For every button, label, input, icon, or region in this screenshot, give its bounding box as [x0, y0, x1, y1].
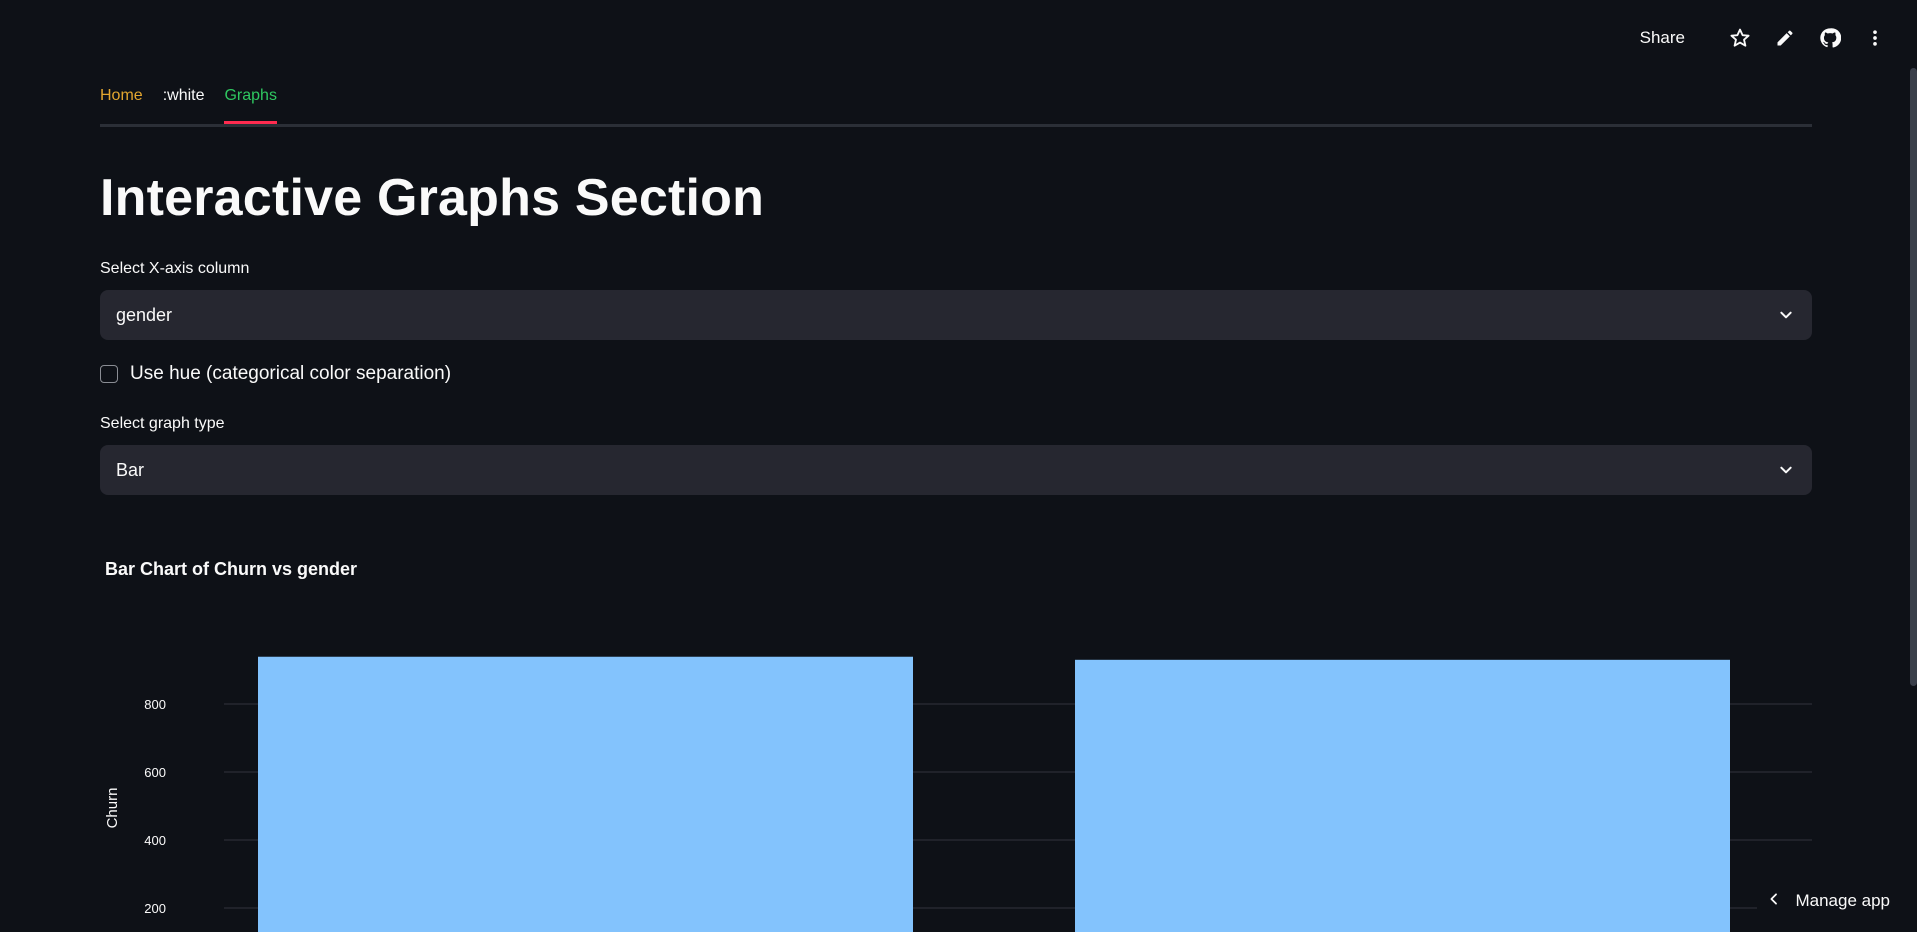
manage-app-button[interactable]: Manage app: [1757, 885, 1890, 917]
app-root: Share Home :white Graphs Interactive Gra…: [0, 0, 1917, 932]
y-tick-label: 400: [144, 833, 166, 848]
bar-chart: 200 400 600 800 Churn: [104, 656, 1812, 932]
y-tick-label: 200: [144, 901, 166, 916]
manage-app-label: Manage app: [1795, 891, 1890, 910]
bar[interactable]: [258, 656, 913, 932]
y-axis-label: Churn: [104, 788, 121, 829]
y-tick-label: 800: [144, 697, 166, 712]
y-tick-label: 600: [144, 765, 166, 780]
chevron-left-icon: [1767, 891, 1781, 911]
bar[interactable]: [1075, 659, 1730, 932]
